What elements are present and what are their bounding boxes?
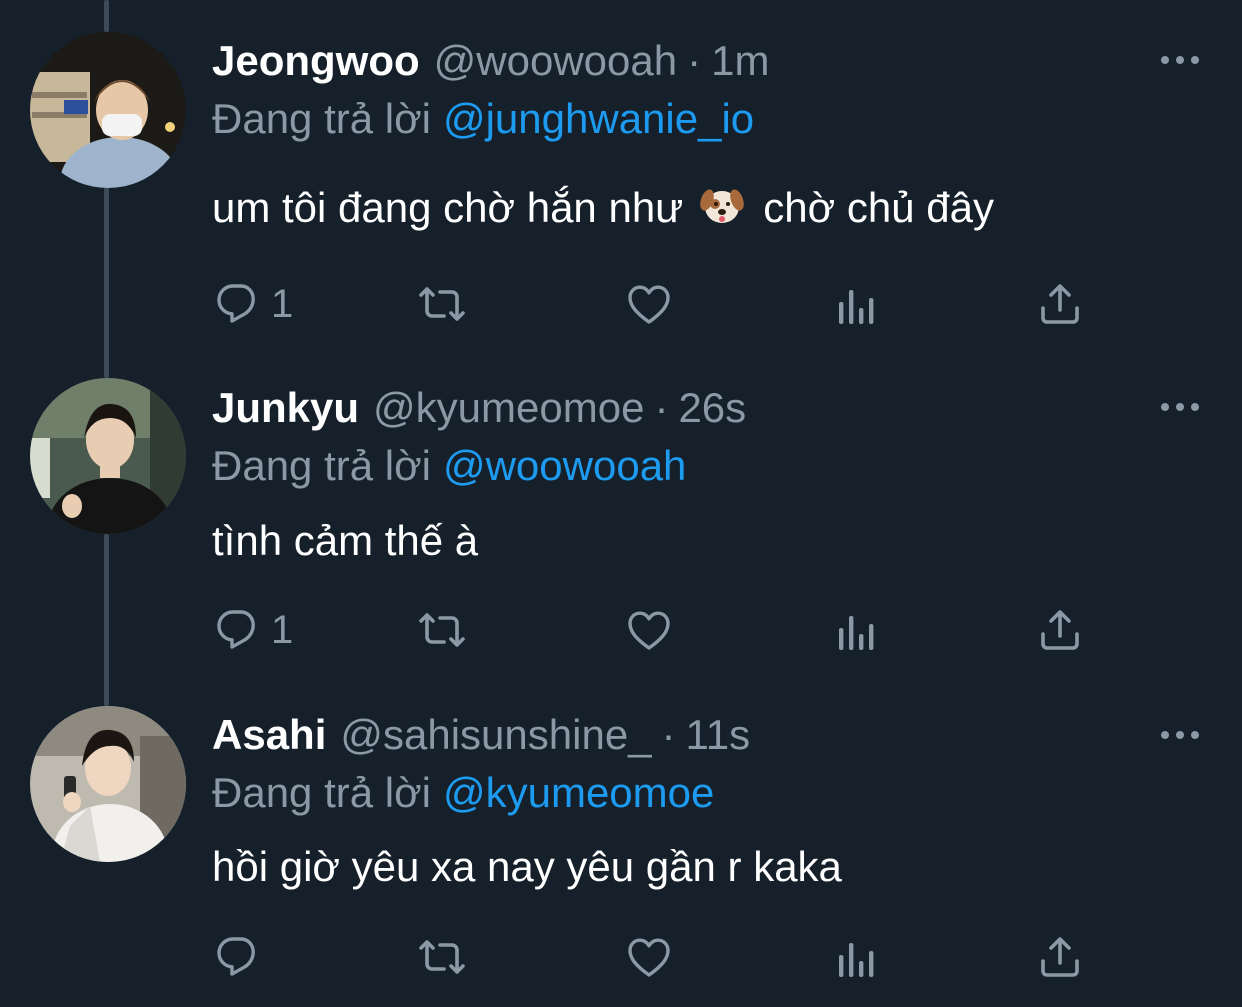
share-icon: [1036, 280, 1084, 328]
more-icon[interactable]: [1158, 723, 1202, 747]
replying-label: Đang trả lời: [212, 442, 431, 489]
replying-label: Đang trả lời: [212, 769, 431, 816]
like-icon: [625, 606, 673, 654]
analytics-icon: [832, 935, 880, 983]
share-icon: [1036, 606, 1084, 654]
separator: ·: [687, 37, 702, 84]
retweet-button[interactable]: [418, 606, 466, 654]
conversation-thread: Jeongwoo @woowooah · 1m Đang trả lời @jun…: [0, 0, 1242, 1007]
dog-face-icon: [699, 182, 745, 228]
replying-to-link[interactable]: @woowooah: [443, 442, 686, 489]
separator: ·: [654, 384, 669, 431]
like-icon: [625, 933, 673, 981]
tweet-junkyu[interactable]: Junkyu @kyumeomoe · 26s Đang trả lời @woo…: [0, 345, 1242, 675]
like-icon: [625, 280, 673, 328]
share-icon: [1036, 933, 1084, 981]
analytics-button[interactable]: [832, 608, 880, 656]
replying-to-line: Đang trả lời @kyumeomoe: [212, 764, 714, 822]
tweet-text-part: um tôi đang chờ hắn như: [212, 184, 684, 231]
tweet-header: Jeongwoo @woowooah · 1m: [212, 32, 769, 90]
user-handle[interactable]: @kyumeomoe: [373, 379, 644, 437]
analytics-icon: [832, 282, 880, 330]
tweet-text: hồi giờ yêu xa nay yêu gần r kaka: [212, 843, 842, 890]
share-button[interactable]: [1036, 606, 1084, 654]
replying-label: Đang trả lời: [212, 95, 431, 142]
avatar[interactable]: [30, 378, 186, 534]
retweet-icon: [418, 606, 466, 654]
share-button[interactable]: [1036, 933, 1084, 981]
retweet-icon: [418, 933, 466, 981]
replying-to-line: Đang trả lời @junghwanie_io: [212, 90, 754, 148]
analytics-button[interactable]: [832, 935, 880, 983]
replying-to-line: Đang trả lời @woowooah: [212, 437, 686, 495]
reply-count: 1: [271, 608, 294, 652]
separator: ·: [661, 711, 676, 758]
reply-count: 1: [271, 282, 294, 326]
retweet-icon: [418, 280, 466, 328]
share-button[interactable]: [1036, 280, 1084, 328]
retweet-button[interactable]: [418, 933, 466, 981]
display-name[interactable]: Asahi: [212, 706, 326, 764]
more-icon[interactable]: [1158, 48, 1202, 72]
avatar[interactable]: [30, 32, 186, 188]
replying-to-link[interactable]: @junghwanie_io: [443, 95, 754, 142]
replying-to-link[interactable]: @kyumeomoe: [443, 769, 714, 816]
like-button[interactable]: [625, 280, 673, 328]
display-name[interactable]: Junkyu: [212, 379, 359, 437]
avatar[interactable]: [30, 706, 186, 862]
tweet-jeongwoo[interactable]: Jeongwoo @woowooah · 1m Đang trả lời @jun…: [0, 0, 1242, 345]
tweet-asahi[interactable]: Asahi @sahisunshine_ · 11s Đang trả lời @…: [0, 675, 1242, 1007]
tweet-text: tình cảm thế à: [212, 517, 479, 564]
tweet-text: um tôi đang chờ hắn như chờ chủ đây: [212, 178, 994, 238]
reply-button[interactable]: 1: [213, 606, 293, 654]
tweet-header: Junkyu @kyumeomoe · 26s: [212, 379, 746, 437]
retweet-button[interactable]: [418, 280, 466, 328]
like-button[interactable]: [625, 606, 673, 654]
tweet-text-part: chờ chủ đây: [763, 184, 994, 231]
reply-button[interactable]: [213, 933, 271, 981]
reply-button[interactable]: 1: [213, 280, 293, 328]
user-handle[interactable]: @woowooah: [434, 32, 677, 90]
timestamp[interactable]: 11s: [686, 706, 751, 764]
tweet-header: Asahi @sahisunshine_ · 11s: [212, 706, 750, 764]
reply-icon: [213, 933, 261, 981]
analytics-icon: [832, 608, 880, 656]
user-handle[interactable]: @sahisunshine_: [340, 706, 651, 764]
display-name[interactable]: Jeongwoo: [212, 32, 420, 90]
more-icon[interactable]: [1158, 395, 1202, 419]
analytics-button[interactable]: [832, 282, 880, 330]
reply-icon: [213, 606, 261, 654]
like-button[interactable]: [625, 933, 673, 981]
reply-icon: [213, 280, 261, 328]
timestamp[interactable]: 26s: [678, 379, 746, 437]
timestamp[interactable]: 1m: [711, 32, 769, 90]
